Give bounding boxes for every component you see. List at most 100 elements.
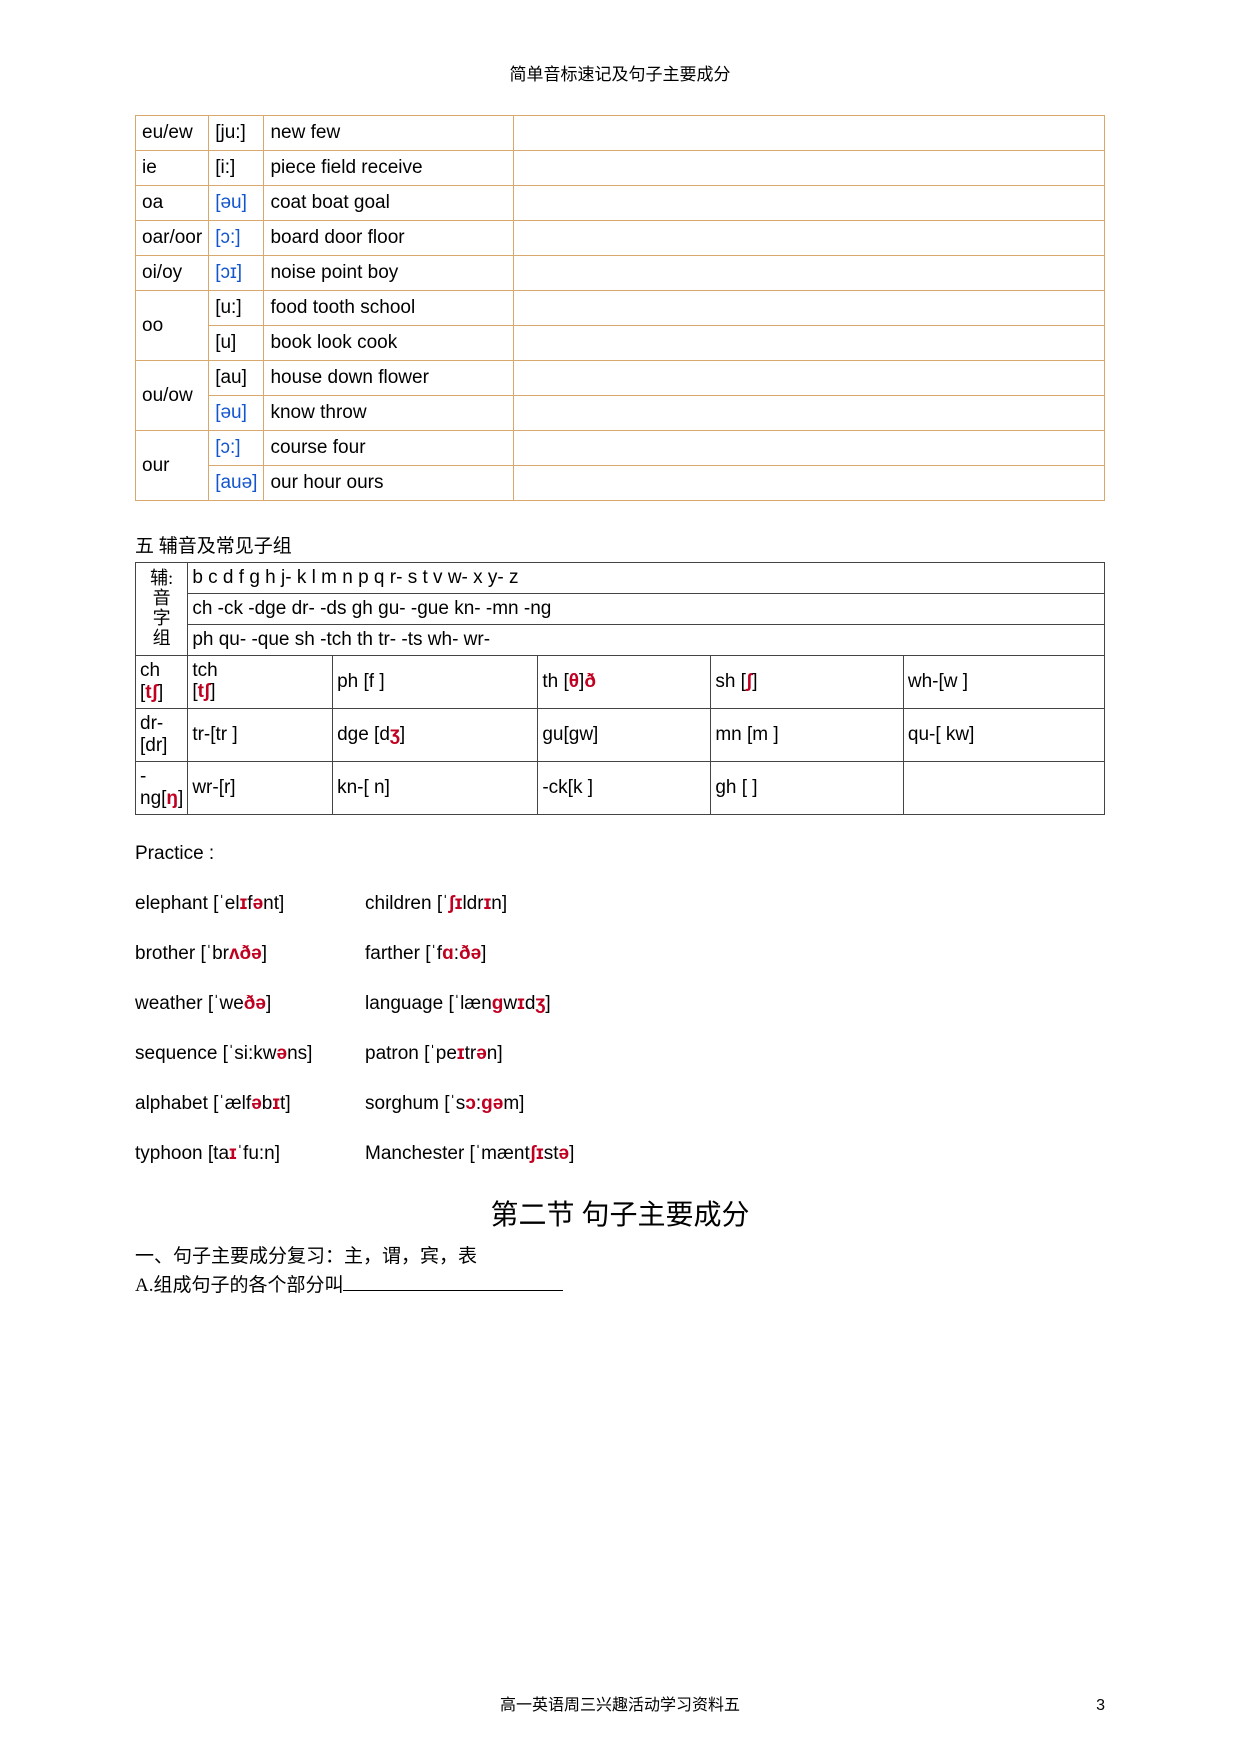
table-row: oar/oor[ɔ:]board door floor bbox=[136, 221, 1105, 256]
ipa-cell: [ɔ:] bbox=[209, 221, 264, 256]
example-words-cell: food tooth school bbox=[264, 291, 514, 326]
table-row: [u]book look cook bbox=[136, 326, 1105, 361]
consonant-list-cell: ph qu- -que sh -tch th tr- -ts wh- wr- bbox=[188, 625, 1105, 656]
consonant-list-cell: b c d f g h j- k l m n p q r- s t v w- x… bbox=[188, 563, 1105, 594]
footer-text: 高一英语周三兴趣活动学习资料五 bbox=[0, 1691, 1240, 1715]
example-words-cell: new few bbox=[264, 116, 514, 151]
empty-cell bbox=[514, 151, 1105, 186]
ipa-cell: [auə] bbox=[209, 466, 264, 501]
practice-word-right: patron [ˈpeɪtrən] bbox=[365, 1043, 503, 1065]
consonant-ipa-cell: tr-[tr ] bbox=[188, 709, 333, 762]
consonant-list-cell: ch -ck -dge dr- -ds gh gu- -gue kn- -mn … bbox=[188, 594, 1105, 625]
blank-underline bbox=[343, 1272, 563, 1291]
example-words-cell: piece field receive bbox=[264, 151, 514, 186]
practice-word-right: children [ˈʃɪldrɪn] bbox=[365, 893, 507, 915]
consonant-ipa-cell: -ng[ŋ] bbox=[136, 762, 188, 815]
practice-word-right: Manchester [ˈmæntʃɪstə] bbox=[365, 1143, 574, 1165]
ipa-cell: [əu] bbox=[209, 186, 264, 221]
letter-combo-cell: oi/oy bbox=[136, 256, 209, 291]
consonant-ipa-cell: gu[gw] bbox=[538, 709, 711, 762]
empty-cell bbox=[514, 221, 1105, 256]
page-number: 3 bbox=[1096, 1697, 1105, 1715]
consonant-ipa-cell: kn-[ n] bbox=[333, 762, 538, 815]
practice-word-left: typhoon [taɪˈfu:n] bbox=[135, 1143, 365, 1165]
example-words-cell: house down flower bbox=[264, 361, 514, 396]
vowel-combo-table: eu/ew[ju:]new fewie[i:]piece field recei… bbox=[135, 115, 1105, 501]
ipa-cell: [i:] bbox=[209, 151, 264, 186]
practice-row: alphabet [ˈælfəbɪt]sorghum [ˈsɔ:ɡəm] bbox=[135, 1093, 1105, 1115]
consonant-ipa-cell: -ck[k ] bbox=[538, 762, 711, 815]
ipa-cell: [ju:] bbox=[209, 116, 264, 151]
table-row: -ng[ŋ]wr-[r]kn-[ n]-ck[k ]gh [ ] bbox=[136, 762, 1105, 815]
empty-cell bbox=[514, 431, 1105, 466]
vertical-header-cell: 辅:音字组 bbox=[136, 563, 188, 656]
consonant-ipa-cell: ph [f ] bbox=[333, 656, 538, 709]
table-row: ch [tʃ]tch[tʃ]ph [f ]th [θ]ðsh [ʃ]wh-[w … bbox=[136, 656, 1105, 709]
practice-list: elephant [ˈelɪfənt]children [ˈʃɪldrɪn] br… bbox=[135, 893, 1105, 1165]
example-words-cell: noise point boy bbox=[264, 256, 514, 291]
letter-combo-cell: ou/ow bbox=[136, 361, 209, 431]
empty-cell bbox=[514, 116, 1105, 151]
review-line-1: 一、句子主要成分复习：主，谓，宾，表 bbox=[135, 1246, 477, 1267]
table-row: dr-[dr]tr-[tr ]dge [dʒ]gu[gw]mn [m ]qu-[… bbox=[136, 709, 1105, 762]
ipa-cell: [ɔɪ] bbox=[209, 256, 264, 291]
consonant-ipa-cell: wh-[w ] bbox=[903, 656, 1104, 709]
practice-row: sequence [ˈsi:kwəns]patron [ˈpeɪtrən] bbox=[135, 1043, 1105, 1065]
practice-label: Practice : bbox=[135, 843, 1105, 865]
example-words-cell: our hour ours bbox=[264, 466, 514, 501]
table-row: ou/ow[au] house down flower bbox=[136, 361, 1105, 396]
letter-combo-cell: oar/oor bbox=[136, 221, 209, 256]
consonant-ipa-cell: mn [m ] bbox=[711, 709, 904, 762]
section-5-label: 五 辅音及常见子组 bbox=[135, 531, 1105, 558]
consonant-ipa-cell: sh [ʃ] bbox=[711, 656, 904, 709]
example-words-cell: know throw bbox=[264, 396, 514, 431]
empty-cell bbox=[514, 291, 1105, 326]
example-words-cell: board door floor bbox=[264, 221, 514, 256]
empty-cell bbox=[514, 256, 1105, 291]
letter-combo-cell: oa bbox=[136, 186, 209, 221]
consonant-ipa-cell: th [θ]ð bbox=[538, 656, 711, 709]
table-row: our[ɔ:]course four bbox=[136, 431, 1105, 466]
ipa-cell: [u] bbox=[209, 326, 264, 361]
letter-combo-cell: oo bbox=[136, 291, 209, 361]
practice-word-right: language [ˈlænɡwɪdʒ] bbox=[365, 993, 551, 1015]
practice-row: typhoon [taɪˈfu:n]Manchester [ˈmæntʃɪstə… bbox=[135, 1143, 1105, 1165]
ipa-cell: [u:] bbox=[209, 291, 264, 326]
table-row: ie[i:]piece field receive bbox=[136, 151, 1105, 186]
table-row: eu/ew[ju:]new few bbox=[136, 116, 1105, 151]
empty-cell bbox=[514, 326, 1105, 361]
table-row: oo[u:]food tooth school bbox=[136, 291, 1105, 326]
table-row: [auə]our hour ours bbox=[136, 466, 1105, 501]
practice-word-left: brother [ˈbrʌðə] bbox=[135, 943, 365, 965]
ipa-cell: [au] bbox=[209, 361, 264, 396]
consonant-ipa-cell: dr-[dr] bbox=[136, 709, 188, 762]
empty-cell bbox=[514, 361, 1105, 396]
empty-cell bbox=[514, 466, 1105, 501]
table-row: [əu]know throw bbox=[136, 396, 1105, 431]
practice-row: weather [ˈweðə]language [ˈlænɡwɪdʒ] bbox=[135, 993, 1105, 1015]
letter-combo-cell: eu/ew bbox=[136, 116, 209, 151]
practice-word-left: sequence [ˈsi:kwəns] bbox=[135, 1043, 365, 1065]
practice-word-left: alphabet [ˈælfəbɪt] bbox=[135, 1093, 365, 1115]
consonant-ipa-cell: dge [dʒ] bbox=[333, 709, 538, 762]
practice-word-left: elephant [ˈelɪfənt] bbox=[135, 893, 365, 915]
consonant-ipa-cell: tch[tʃ] bbox=[188, 656, 333, 709]
consonant-ipa-cell bbox=[903, 762, 1104, 815]
empty-cell bbox=[514, 396, 1105, 431]
example-words-cell: book look cook bbox=[264, 326, 514, 361]
consonant-ipa-cell: wr-[r] bbox=[188, 762, 333, 815]
empty-cell bbox=[514, 186, 1105, 221]
section-2-title: 第二节 句子主要成分 bbox=[135, 1193, 1105, 1233]
practice-word-left: weather [ˈweðə] bbox=[135, 993, 365, 1015]
practice-row: brother [ˈbrʌðə]farther [ˈfɑ:ðə] bbox=[135, 943, 1105, 965]
consonant-ipa-cell: ch [tʃ] bbox=[136, 656, 188, 709]
table-row: oi/oy[ɔɪ]noise point boy bbox=[136, 256, 1105, 291]
ipa-cell: [əu] bbox=[209, 396, 264, 431]
practice-word-right: sorghum [ˈsɔ:ɡəm] bbox=[365, 1093, 524, 1115]
table-row: oa[əu]coat boat goal bbox=[136, 186, 1105, 221]
letter-combo-cell: our bbox=[136, 431, 209, 501]
letter-combo-cell: ie bbox=[136, 151, 209, 186]
review-line-2: A.组成句子的各个部分叫 bbox=[135, 1275, 343, 1296]
consonant-table: 辅:音字组b c d f g h j- k l m n p q r- s t v… bbox=[135, 562, 1105, 815]
consonant-ipa-cell: qu-[ kw] bbox=[903, 709, 1104, 762]
